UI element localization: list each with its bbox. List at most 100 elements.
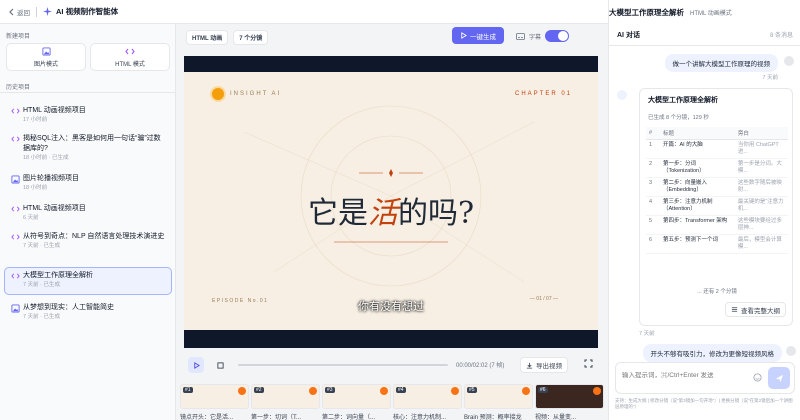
stop-button[interactable] — [212, 357, 228, 373]
clip-thumbnail: #3 — [322, 384, 391, 409]
app-title-text: AI 视频制作智能体 — [56, 7, 119, 16]
clip-label: 核心：注意力机制... — [393, 415, 447, 420]
table-row: 6 第五步：预测下一个词 最后，模型会计算模... — [646, 234, 788, 254]
download-icon — [526, 362, 533, 369]
slide-brand: INSIGHT AI — [212, 88, 281, 100]
slide-preview: INSIGHT AI CHAPTER 01 它是活的吗? EPISODE No.… — [184, 72, 598, 330]
clip-number: #4 — [396, 387, 406, 393]
clip-number: #2 — [254, 387, 264, 393]
history-item-name: HTML 动画视频项目 — [23, 205, 86, 212]
user-message: 开头不够有吸引力，修改为更像短视频风格 — [642, 344, 782, 362]
scene-clip[interactable]: #3 第二步：词向量（... — [322, 384, 391, 420]
history-item[interactable]: 从符号到奇点：NLP 自然语言处理技术演进史 7 天前 · 已生成 — [4, 228, 172, 264]
prompt-input[interactable] — [622, 372, 752, 379]
code-icon — [11, 108, 20, 114]
sidebar: 新建项目 图片模式 HTML 模式 历史项目 HTML 动画视频项目 17 小时… — [0, 24, 176, 420]
more-scenes-note: ... 还有 2 个分镜 — [697, 289, 737, 295]
scene-clip[interactable]: #5 Brain 预测：概率接龙 — [464, 384, 533, 420]
time-readout: 00:00/02:02 (7 帧) — [456, 360, 504, 369]
subtitle-switch[interactable] — [545, 30, 570, 42]
clip-label: Brain 预测：概率接龙 — [464, 415, 522, 420]
history-list: HTML 动画视频项目 17 小时前 揭秘SQL注入：黑客是如何用一句话“骗”过… — [4, 102, 172, 323]
scene-clip[interactable]: #2 第一步：切词（T... — [251, 384, 320, 420]
scene-count-chip: 7 个分镜 — [233, 29, 269, 45]
cell-narration: 最后，模型会计算模... — [734, 234, 788, 254]
generate-button[interactable]: 一键生成 — [452, 27, 504, 44]
generate-label: 一键生成 — [470, 33, 496, 41]
history-item[interactable]: 揭秘SQL注入：黑客是如何用一句话“骗”过数据库的? 18 小时前 · 已生成 — [4, 130, 172, 166]
table-row: 1 开篇：AI 的大脑 当你用 ChatGPT 进... — [646, 139, 788, 159]
history-item-meta: 7 天前 · 已生成 — [23, 243, 60, 249]
history-title: 历史项目 — [6, 85, 31, 91]
cell-index: 1 — [646, 139, 660, 159]
clip-label: 第二步：词向量（... — [322, 415, 376, 420]
send-icon — [775, 374, 783, 382]
app-title: AI 视频制作智能体 — [43, 6, 118, 17]
history-item[interactable]: 从梦想到现实：人工智能简史 7 天前 · 已生成 — [4, 299, 172, 323]
subtitle-icon — [516, 32, 525, 40]
table-row: 2 第一步：分词（Tokenization） 第一步是分词。大模... — [646, 158, 788, 178]
cell-index: 5 — [646, 215, 660, 235]
play-icon — [193, 361, 200, 369]
history-item-active[interactable]: 大模型工作原理全解析 7 天前 · 已生成 — [4, 267, 172, 295]
play-button[interactable] — [188, 357, 204, 373]
history-item-name: HTML 动画视频项目 — [23, 107, 86, 114]
view-outline-label: 查看完整大纲 — [741, 307, 780, 315]
cell-narration: 这些模块要经过多层神... — [734, 215, 788, 235]
input-hint: 支持：生成大纲 | 修改分镜（说“第3镜加一句开场”）| 更换分镜（说“在第2镜… — [615, 398, 793, 409]
back-button[interactable]: 返回 — [8, 7, 30, 17]
user-message: 做一个讲解大模型工作原理的视频 — [664, 54, 778, 72]
clip-status-dot — [593, 387, 601, 395]
mode-chip: HTML 动画 — [186, 29, 229, 45]
image-icon — [41, 46, 51, 56]
chat-input-box — [615, 362, 795, 394]
send-button[interactable] — [768, 367, 790, 389]
frame-count: (7 帧) — [489, 363, 505, 369]
cell-title: 第二步：向量嵌入（Embedding） — [660, 177, 735, 197]
scene-clip[interactable]: #6 视频：从量变... — [535, 384, 604, 420]
table-row: 3 第二步：向量嵌入（Embedding） 这些数字随后被映射... — [646, 177, 788, 197]
heading-part: 的吗? — [397, 196, 475, 231]
progress-bar[interactable] — [238, 364, 448, 366]
outline-card-summary: 已生成 8 个分镜，129 秒 — [648, 115, 709, 121]
subtitle-caption: 你有没有想过 — [358, 301, 424, 313]
scene-clip[interactable]: #4 核心：注意力机制... — [393, 384, 462, 420]
user-avatar — [786, 346, 796, 356]
message-count: 8 条消息 — [769, 33, 793, 39]
scene-clip[interactable]: #1 镜点开头：它是活... — [180, 384, 249, 420]
cell-title: 第一步：分词（Tokenization） — [660, 158, 735, 178]
fullscreen-icon[interactable] — [584, 359, 593, 368]
history-item[interactable]: HTML 动画视频项目 6 天前 — [4, 200, 172, 224]
clip-thumbnail: #6 — [535, 384, 604, 409]
code-icon — [125, 48, 135, 54]
history-item-name: 揭秘SQL注入：黑客是如何用一句话“骗”过数据库的? — [23, 135, 161, 152]
col-header: 旁白 — [734, 127, 788, 140]
image-icon — [11, 175, 20, 184]
chat-title: AI 对话 — [617, 31, 640, 39]
brand-logo-icon — [212, 88, 224, 100]
cell-index: 6 — [646, 234, 660, 254]
slide-heading: 它是活的吗? — [184, 188, 598, 232]
document-mode: HTML 动画模式 — [690, 10, 732, 17]
image-mode-button[interactable]: 图片模式 — [6, 43, 86, 71]
html-mode-button[interactable]: HTML 模式 — [90, 43, 170, 71]
heading-highlight: 活 — [367, 196, 398, 231]
heading-part: 它是 — [307, 196, 368, 231]
clip-status-dot — [451, 387, 459, 395]
message-timestamp: 7 天前 — [639, 331, 655, 337]
history-item-name: 从符号到奇点：NLP 自然语言处理技术演进史 — [23, 233, 165, 240]
view-outline-button[interactable]: 查看完整大纲 — [725, 302, 786, 317]
video-player[interactable]: INSIGHT AI CHAPTER 01 它是活的吗? EPISODE No.… — [184, 56, 598, 348]
slide-chapter: CHAPTER 01 — [514, 91, 572, 97]
smile-icon[interactable] — [753, 373, 762, 382]
history-item[interactable]: 图片轮播视频项目 18 小时前 — [4, 170, 172, 194]
stop-icon — [216, 361, 224, 369]
history-item-meta: 6 天前 — [23, 215, 39, 221]
document-title: 大模型工作原理全解析 — [609, 7, 684, 17]
cell-title: 开篇：AI 的大脑 — [660, 139, 735, 159]
history-item[interactable]: HTML 动画视频项目 17 小时前 — [4, 102, 172, 126]
clip-label: 第一步：切词（T... — [251, 415, 302, 420]
col-header: 标题 — [660, 127, 735, 140]
history-item-name: 大模型工作原理全解析 — [23, 272, 93, 279]
export-video-button[interactable]: 导出视频 — [520, 357, 568, 373]
